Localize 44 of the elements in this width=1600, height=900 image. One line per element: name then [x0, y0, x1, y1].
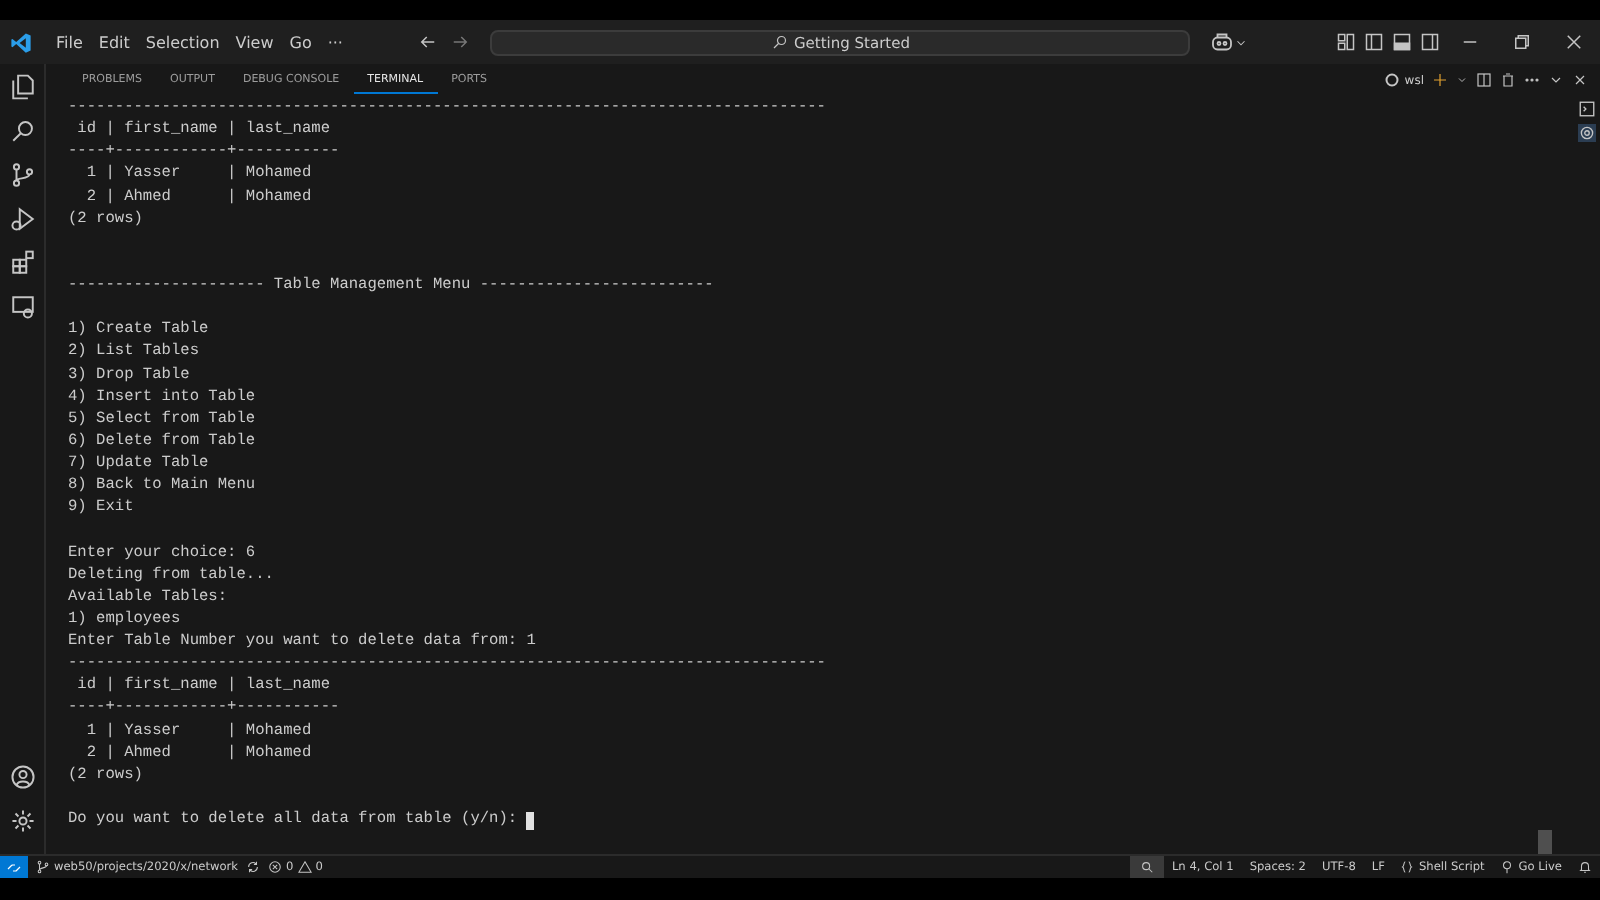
restore-icon[interactable] — [1512, 32, 1532, 52]
menu-item[interactable]: ··· — [319, 29, 351, 55]
plus-icon[interactable] — [1432, 72, 1448, 88]
extensions-icon[interactable] — [9, 250, 35, 276]
split-icon[interactable] — [1476, 72, 1492, 88]
secondary-sidebar-icon[interactable] — [1420, 32, 1440, 52]
zoom-icon — [1139, 860, 1154, 874]
branch-icon — [36, 860, 50, 874]
app-logo-icon — [10, 31, 32, 53]
close-icon[interactable] — [1564, 32, 1584, 52]
menu-item[interactable]: View — [227, 29, 282, 55]
text-cursor — [526, 812, 535, 831]
primary-sidebar-icon[interactable] — [1364, 32, 1384, 52]
chevron-down-icon[interactable] — [1548, 72, 1564, 88]
braces-icon — [1400, 860, 1415, 874]
run-debug-icon[interactable] — [9, 206, 35, 232]
menu-item[interactable]: File — [48, 29, 91, 55]
close-icon[interactable] — [1572, 72, 1588, 88]
sync-icon[interactable] — [246, 860, 261, 874]
warning-icon — [297, 860, 312, 874]
search-icon[interactable] — [9, 118, 35, 144]
broadcast-icon — [1500, 860, 1515, 874]
trash-icon[interactable] — [1500, 72, 1516, 88]
bell-icon[interactable] — [1578, 860, 1592, 874]
debug-icon[interactable] — [1577, 124, 1595, 142]
source-control-icon[interactable] — [9, 162, 35, 188]
layout-icon[interactable] — [1336, 32, 1356, 52]
robot-icon[interactable] — [1210, 30, 1235, 54]
terminal-profile-icon[interactable] — [1384, 72, 1401, 88]
zoom-button[interactable] — [1129, 856, 1164, 878]
remote-explorer-icon[interactable] — [9, 294, 35, 320]
error-icon — [268, 860, 283, 874]
files-icon[interactable] — [9, 74, 35, 100]
account-icon[interactable] — [9, 764, 35, 790]
menu-item[interactable]: Selection — [137, 29, 228, 55]
scrollbar-thumb[interactable] — [1538, 830, 1552, 854]
menu-item[interactable]: Go — [281, 29, 320, 55]
forward-arrow-icon[interactable] — [450, 32, 471, 52]
panel-icon[interactable] — [1392, 32, 1412, 52]
search-icon — [771, 34, 788, 50]
chevron-down-icon[interactable] — [1234, 35, 1249, 49]
terminal-icon[interactable] — [1577, 100, 1595, 118]
menu-item[interactable]: Edit — [90, 29, 138, 55]
back-arrow-icon[interactable] — [418, 32, 439, 52]
